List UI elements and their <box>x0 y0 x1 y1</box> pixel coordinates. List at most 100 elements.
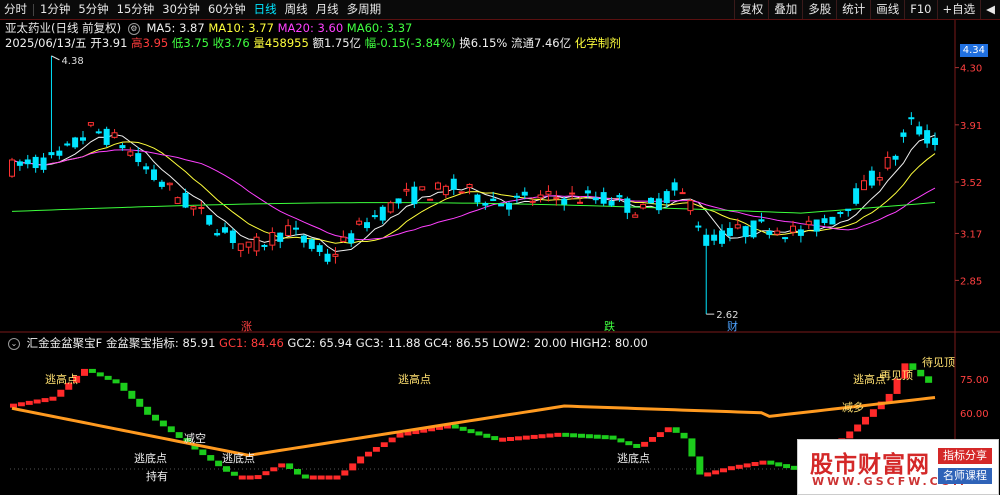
candle-body <box>498 203 505 207</box>
indicator-ribbon-bar <box>388 437 396 443</box>
indicator-ribbon-bar <box>712 470 720 475</box>
indicator-ribbon-bar <box>775 462 783 467</box>
current-price-box: 4.34 <box>959 44 988 57</box>
candle-body <box>837 212 844 215</box>
indicator-ribbon-bar <box>578 433 585 438</box>
indicator-ribbon-bar <box>301 474 309 479</box>
candle-body <box>371 215 378 218</box>
signal-label: 减空 <box>184 431 206 445</box>
indicator-ribbon-bar <box>128 390 136 399</box>
indicator-ribbon-bar <box>341 470 349 476</box>
candle-body <box>813 219 820 232</box>
indicator-ribbon-bar <box>333 475 341 480</box>
indicator-ribbon-bar <box>720 468 727 473</box>
indicator-ribbon-bar <box>41 398 49 403</box>
candle-body <box>9 159 15 177</box>
watermark-title: 股市财富网 <box>810 451 930 478</box>
candle-body <box>774 230 781 235</box>
candle-body <box>245 241 252 248</box>
indicator-ribbon-bar <box>664 427 672 433</box>
candle-body <box>892 155 899 160</box>
candle-body <box>845 208 852 211</box>
indicator-ribbon-bar <box>349 463 357 471</box>
indicator-ribbon-bar <box>136 398 144 407</box>
candle-body <box>356 220 363 225</box>
candle-body <box>222 227 228 233</box>
indicator-ribbon-bar <box>262 471 270 476</box>
candle-body <box>600 192 607 204</box>
indicator-ribbon-bar <box>33 399 41 404</box>
indicator-ribbon-bar <box>585 434 593 439</box>
candle-body <box>868 170 875 186</box>
indicator-ribbon-bar <box>88 368 96 373</box>
indicator-ribbon-bar <box>514 436 522 441</box>
high2-value: HIGH2: 80.00 <box>570 336 648 350</box>
indicator-ribbon-bar <box>554 432 562 437</box>
candle-body <box>308 239 315 249</box>
candle-body <box>16 161 23 166</box>
indicator-ribbon-bar <box>207 455 215 461</box>
indicator-ribbon-bar <box>727 466 735 471</box>
candle-body <box>411 186 418 205</box>
indicator-ribbon-bar <box>649 437 656 442</box>
candle-body <box>884 156 891 169</box>
indicator-ribbon-bar <box>270 467 278 472</box>
collapse-chevron-icon[interactable]: ⌄ <box>8 337 20 350</box>
candle-body <box>584 190 591 194</box>
indicator-ribbon-bar <box>656 432 664 438</box>
indicator-ribbon-bar <box>759 460 767 465</box>
candle-body <box>466 183 473 188</box>
candle-body <box>364 222 370 229</box>
candle-body <box>158 181 165 187</box>
candle-body <box>450 178 457 190</box>
candle-body <box>726 227 733 236</box>
indicator-ribbon-bar <box>538 434 546 439</box>
indicator-ribbon-bar <box>735 464 743 469</box>
candle-body <box>395 198 402 204</box>
high-pointer <box>51 55 60 61</box>
candle-body <box>829 216 836 225</box>
indicator-ribbon-bar <box>246 475 254 480</box>
candle-body <box>916 126 923 135</box>
candle-body <box>766 230 773 235</box>
price-tick-label: 3.52 <box>960 178 982 189</box>
indicator-tick-label: 75.00 <box>960 375 989 386</box>
indicator-ribbon-bar <box>223 466 230 472</box>
kline-chart-canvas[interactable]: 4.303.913.523.172.854.382.62涨跌财75.0060.0… <box>0 0 1000 495</box>
candle-body <box>711 234 718 241</box>
indicator-ribbon-bar <box>81 368 88 376</box>
gc4-value: GC4: 86.55 <box>424 336 489 350</box>
candle-body <box>72 137 79 148</box>
indicator-ribbon-bar <box>917 369 925 377</box>
candle-body <box>379 206 386 221</box>
candle-body <box>87 122 94 126</box>
candle-body <box>419 186 426 191</box>
indicator-ribbon-bar <box>633 443 641 448</box>
indicator-ribbon-bar <box>562 432 570 437</box>
indicator-ribbon-bar <box>499 437 507 442</box>
candle-body <box>119 145 126 149</box>
indicator-ribbon-bar <box>641 441 649 447</box>
candle-body <box>253 236 260 252</box>
indicator-ribbon-bar <box>751 462 759 467</box>
candle-body <box>790 225 796 233</box>
indicator-ribbon-bar <box>546 433 554 438</box>
indicator-ribbon-bar <box>609 435 617 440</box>
candle-body <box>166 182 173 186</box>
indicator-name[interactable]: 汇金金盆聚宝F <box>27 336 103 350</box>
candle-body <box>663 191 670 204</box>
indicator-ribbon-bar <box>625 441 633 446</box>
candle-body <box>285 225 292 237</box>
indicator-ribbon-bar <box>380 442 388 448</box>
indicator-ribbon-bar <box>372 447 380 452</box>
high-label: 4.38 <box>61 56 83 67</box>
candle-body <box>80 137 86 141</box>
candle-body <box>529 200 536 203</box>
candle-body <box>853 188 860 204</box>
signal-label: 减多 <box>842 400 864 414</box>
candle-body <box>458 191 465 194</box>
candle-body <box>648 197 654 204</box>
candle-body <box>616 195 623 198</box>
indicator-ribbon-bar <box>25 400 33 405</box>
indicator-ribbon-bar <box>451 424 459 429</box>
